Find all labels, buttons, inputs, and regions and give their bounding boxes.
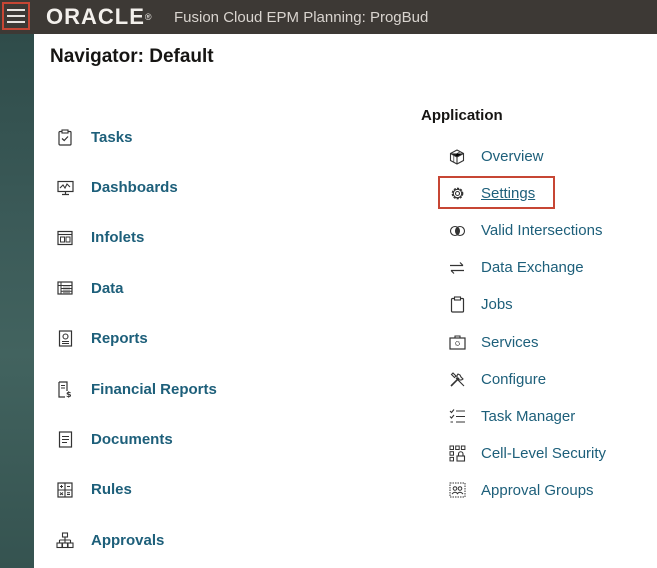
app-item-data-exchange[interactable]: Data Exchange [448, 249, 606, 286]
nav-item-label: Reports [91, 330, 148, 348]
financial-report-icon: $ [56, 380, 74, 398]
svg-text:$: $ [66, 390, 72, 398]
logo-text: ORACLE [46, 4, 145, 29]
hamburger-menu-button[interactable] [2, 2, 30, 30]
navigator-left-list: Tasks Dashboards Infolets Data Reports $… [56, 112, 217, 566]
logo-registered-mark: ® [144, 12, 153, 22]
nav-item-rules[interactable]: Rules [56, 465, 217, 515]
nav-item-documents[interactable]: Documents [56, 414, 217, 464]
data-grid-icon [56, 279, 74, 297]
cell-security-icon [448, 444, 466, 462]
app-item-label: Settings [481, 185, 536, 203]
navigator-panel: Navigator: Default Tasks Dashboards Info… [34, 34, 657, 568]
gear-icon [448, 185, 466, 203]
nav-item-label: Tasks [91, 128, 133, 146]
top-bar: ORACLE® Fusion Cloud EPM Planning: ProgB… [0, 0, 657, 34]
nav-item-financial-reports[interactable]: $ Financial Reports [56, 364, 217, 414]
app-item-label: Task Manager [481, 407, 576, 425]
menu-line-icon [7, 9, 25, 11]
background-strip [0, 34, 34, 568]
hierarchy-icon [56, 531, 74, 549]
app-item-configure[interactable]: Configure [448, 361, 606, 398]
clipboard-icon [448, 296, 466, 314]
nav-item-label: Infolets [91, 229, 145, 247]
toolbox-icon [448, 333, 466, 351]
exchange-arrows-icon [448, 259, 466, 277]
app-item-label: Valid Intersections [481, 222, 603, 240]
nav-item-reports[interactable]: Reports [56, 314, 217, 364]
app-item-label: Configure [481, 370, 547, 388]
app-item-jobs[interactable]: Jobs [448, 286, 606, 323]
app-item-label: Approval Groups [481, 481, 594, 499]
app-item-approval-groups[interactable]: Approval Groups [448, 472, 606, 509]
product-title: Fusion Cloud EPM Planning: ProgBud [174, 9, 429, 26]
nav-item-label: Dashboards [91, 179, 178, 197]
tools-icon [448, 370, 466, 388]
report-icon [56, 330, 74, 348]
app-item-valid-intersections[interactable]: Valid Intersections [448, 212, 606, 249]
navigator-title: Navigator: Default [50, 46, 214, 67]
app-item-label: Cell-Level Security [481, 444, 607, 462]
nav-item-tasks[interactable]: Tasks [56, 112, 217, 162]
nav-item-label: Documents [91, 431, 173, 449]
nav-item-label: Data [91, 279, 124, 297]
nav-item-approvals[interactable]: Approvals [56, 515, 217, 565]
clipboard-check-icon [56, 128, 74, 146]
infolet-icon [56, 229, 74, 247]
monitor-chart-icon [56, 179, 74, 197]
app-item-label: Services [481, 333, 539, 351]
document-icon [56, 431, 74, 449]
menu-line-icon [7, 21, 25, 23]
oracle-logo[interactable]: ORACLE® [46, 6, 153, 28]
app-item-cell-level-security[interactable]: Cell-Level Security [448, 435, 606, 472]
rules-calculator-icon [56, 481, 74, 499]
nav-item-data[interactable]: Data [56, 263, 217, 313]
nav-item-label: Rules [91, 481, 132, 499]
app-item-label: Data Exchange [481, 259, 584, 277]
nav-item-label: Approvals [91, 531, 165, 549]
application-section-title: Application [421, 107, 503, 124]
nav-item-label: Financial Reports [91, 380, 217, 398]
app-item-overview[interactable]: Overview [448, 138, 606, 175]
intersection-icon [448, 222, 466, 240]
app-item-settings[interactable]: Settings [437, 175, 606, 212]
app-item-services[interactable]: Services [448, 323, 606, 360]
checklist-icon [448, 407, 466, 425]
menu-line-icon [7, 15, 25, 17]
nav-item-dashboards[interactable]: Dashboards [56, 162, 217, 212]
application-list: Overview Settings Valid Intersections Da… [437, 138, 606, 509]
approval-groups-icon [448, 481, 466, 499]
app-item-task-manager[interactable]: Task Manager [448, 398, 606, 435]
app-item-label: Overview [481, 148, 544, 166]
app-item-label: Jobs [481, 296, 513, 314]
cube-icon [448, 148, 466, 166]
nav-item-infolets[interactable]: Infolets [56, 213, 217, 263]
